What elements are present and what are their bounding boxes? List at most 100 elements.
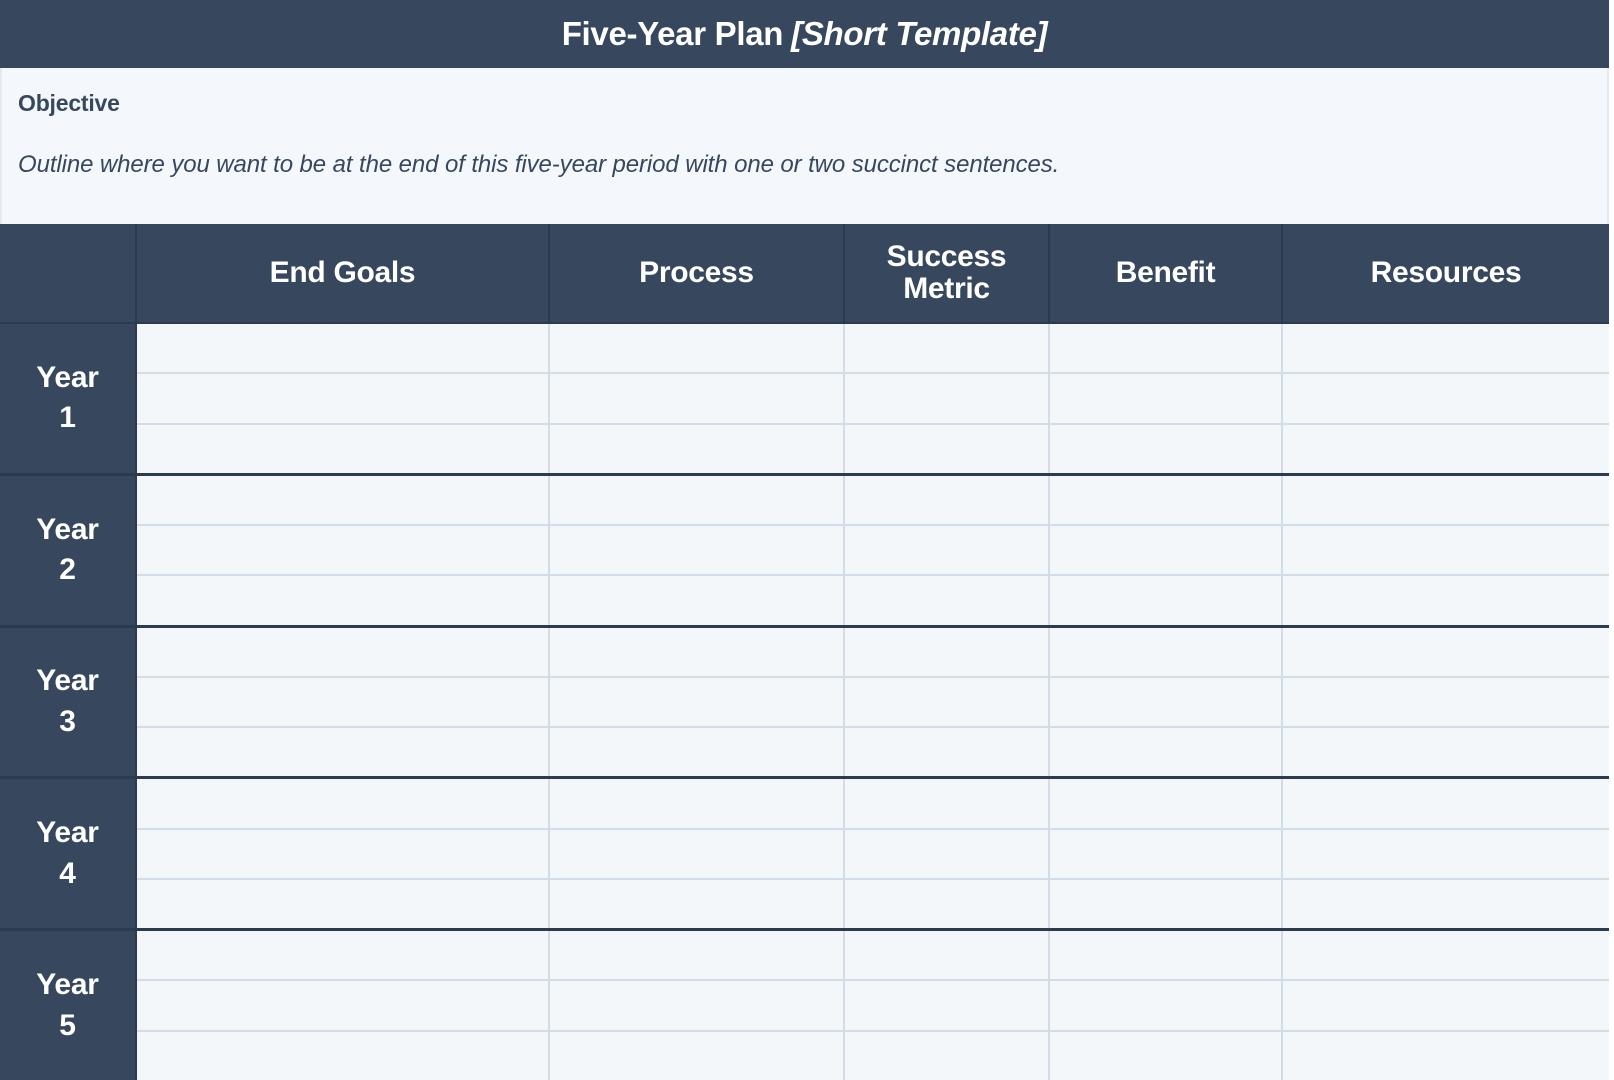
cell-year2-end_goals[interactable] bbox=[137, 526, 550, 575]
cell-year4-process[interactable] bbox=[550, 879, 845, 929]
cell-year5-resources[interactable] bbox=[1283, 981, 1609, 1030]
cell-year4-success_metric[interactable] bbox=[845, 779, 1050, 828]
column-header-process: Process bbox=[550, 224, 845, 324]
cell-year1-success_metric[interactable] bbox=[845, 324, 1050, 373]
row-header-year-4: Year 4 bbox=[0, 779, 137, 929]
cell-year5-success_metric[interactable] bbox=[845, 1031, 1050, 1080]
table-row bbox=[137, 475, 1609, 527]
cell-year4-resources[interactable] bbox=[1283, 829, 1609, 878]
cell-year3-resources[interactable] bbox=[1283, 627, 1609, 676]
year-block: Year 2 bbox=[0, 475, 1609, 628]
page-title-bracketed: [Short Template] bbox=[791, 15, 1048, 52]
cell-year3-process[interactable] bbox=[550, 728, 845, 777]
cell-year4-process[interactable] bbox=[550, 829, 845, 878]
year-entry-grid bbox=[137, 324, 1609, 473]
cell-year2-benefit[interactable] bbox=[1050, 576, 1283, 625]
title-bar: Five-Year Plan [Short Template] bbox=[0, 0, 1609, 68]
cell-year2-process[interactable] bbox=[550, 526, 845, 575]
cell-year5-process[interactable] bbox=[550, 1031, 845, 1080]
cell-year3-success_metric[interactable] bbox=[845, 627, 1050, 676]
cell-year2-success_metric[interactable] bbox=[845, 576, 1050, 625]
table-row bbox=[137, 829, 1609, 880]
cell-year4-resources[interactable] bbox=[1283, 879, 1609, 929]
cell-year4-resources[interactable] bbox=[1283, 779, 1609, 828]
cell-year5-resources[interactable] bbox=[1283, 931, 1609, 980]
cell-year3-end_goals[interactable] bbox=[137, 728, 550, 777]
cell-year3-end_goals[interactable] bbox=[137, 677, 550, 727]
year-label-wrapper: Year 4 bbox=[36, 813, 99, 894]
cell-year3-benefit[interactable] bbox=[1050, 728, 1283, 777]
cell-year1-resources[interactable] bbox=[1283, 424, 1609, 473]
cell-year1-benefit[interactable] bbox=[1050, 424, 1283, 473]
cell-year5-resources[interactable] bbox=[1283, 1031, 1609, 1080]
cell-year4-process[interactable] bbox=[550, 779, 845, 828]
cell-year1-benefit[interactable] bbox=[1050, 374, 1283, 423]
cell-year2-success_metric[interactable] bbox=[845, 475, 1050, 525]
cell-year1-end_goals[interactable] bbox=[137, 424, 550, 473]
cell-year4-success_metric[interactable] bbox=[845, 829, 1050, 878]
cell-year2-benefit[interactable] bbox=[1050, 475, 1283, 525]
cell-year2-resources[interactable] bbox=[1283, 475, 1609, 525]
cell-year2-success_metric[interactable] bbox=[845, 526, 1050, 575]
cell-year3-end_goals[interactable] bbox=[137, 627, 550, 676]
cell-year3-process[interactable] bbox=[550, 627, 845, 676]
cell-year4-end_goals[interactable] bbox=[137, 879, 550, 929]
cell-year5-end_goals[interactable] bbox=[137, 931, 550, 980]
cell-year1-resources[interactable] bbox=[1283, 324, 1609, 373]
cell-year5-benefit[interactable] bbox=[1050, 931, 1283, 980]
year-entry-grid bbox=[137, 779, 1609, 929]
cell-year3-success_metric[interactable] bbox=[845, 728, 1050, 777]
table-row bbox=[137, 779, 1609, 830]
table-corner-cell bbox=[0, 224, 137, 324]
year-block: Year 3 bbox=[0, 627, 1609, 780]
cell-year1-success_metric[interactable] bbox=[845, 424, 1050, 473]
table-row bbox=[137, 728, 1609, 777]
year-label-number: 1 bbox=[59, 401, 76, 435]
cell-year2-process[interactable] bbox=[550, 576, 845, 625]
row-header-year-3: Year 3 bbox=[0, 627, 137, 777]
table-row bbox=[137, 981, 1609, 1032]
cell-year3-benefit[interactable] bbox=[1050, 677, 1283, 727]
cell-year2-end_goals[interactable] bbox=[137, 475, 550, 525]
cell-year1-resources[interactable] bbox=[1283, 374, 1609, 423]
table-row bbox=[137, 324, 1609, 375]
cell-year2-benefit[interactable] bbox=[1050, 526, 1283, 575]
cell-year3-resources[interactable] bbox=[1283, 728, 1609, 777]
cell-year1-benefit[interactable] bbox=[1050, 324, 1283, 373]
cell-year3-process[interactable] bbox=[550, 677, 845, 727]
column-header-benefit: Benefit bbox=[1050, 224, 1283, 324]
cell-year5-process[interactable] bbox=[550, 931, 845, 980]
cell-year4-success_metric[interactable] bbox=[845, 879, 1050, 929]
cell-year4-end_goals[interactable] bbox=[137, 829, 550, 878]
cell-year1-end_goals[interactable] bbox=[137, 324, 550, 373]
table-row bbox=[137, 576, 1609, 625]
cell-year3-resources[interactable] bbox=[1283, 677, 1609, 727]
cell-year5-end_goals[interactable] bbox=[137, 1031, 550, 1080]
cell-year3-success_metric[interactable] bbox=[845, 677, 1050, 727]
cell-year2-end_goals[interactable] bbox=[137, 576, 550, 625]
table-row bbox=[137, 677, 1609, 729]
cell-year1-process[interactable] bbox=[550, 424, 845, 473]
cell-year5-benefit[interactable] bbox=[1050, 1031, 1283, 1080]
cell-year2-resources[interactable] bbox=[1283, 526, 1609, 575]
cell-year5-process[interactable] bbox=[550, 981, 845, 1030]
cell-year4-benefit[interactable] bbox=[1050, 829, 1283, 878]
table-row bbox=[137, 931, 1609, 982]
cell-year1-process[interactable] bbox=[550, 324, 845, 373]
objective-description[interactable]: Outline where you want to be at the end … bbox=[18, 151, 1591, 179]
cell-year5-success_metric[interactable] bbox=[845, 981, 1050, 1030]
cell-year4-benefit[interactable] bbox=[1050, 879, 1283, 929]
cell-year1-end_goals[interactable] bbox=[137, 374, 550, 423]
cell-year4-benefit[interactable] bbox=[1050, 779, 1283, 828]
cell-year2-process[interactable] bbox=[550, 475, 845, 525]
cell-year5-success_metric[interactable] bbox=[845, 931, 1050, 980]
table-row bbox=[137, 424, 1609, 473]
cell-year5-benefit[interactable] bbox=[1050, 981, 1283, 1030]
cell-year3-benefit[interactable] bbox=[1050, 627, 1283, 676]
cell-year4-end_goals[interactable] bbox=[137, 779, 550, 828]
year-label-wrapper: Year 2 bbox=[36, 510, 99, 591]
cell-year1-success_metric[interactable] bbox=[845, 374, 1050, 423]
cell-year2-resources[interactable] bbox=[1283, 576, 1609, 625]
cell-year5-end_goals[interactable] bbox=[137, 981, 550, 1030]
cell-year1-process[interactable] bbox=[550, 374, 845, 423]
